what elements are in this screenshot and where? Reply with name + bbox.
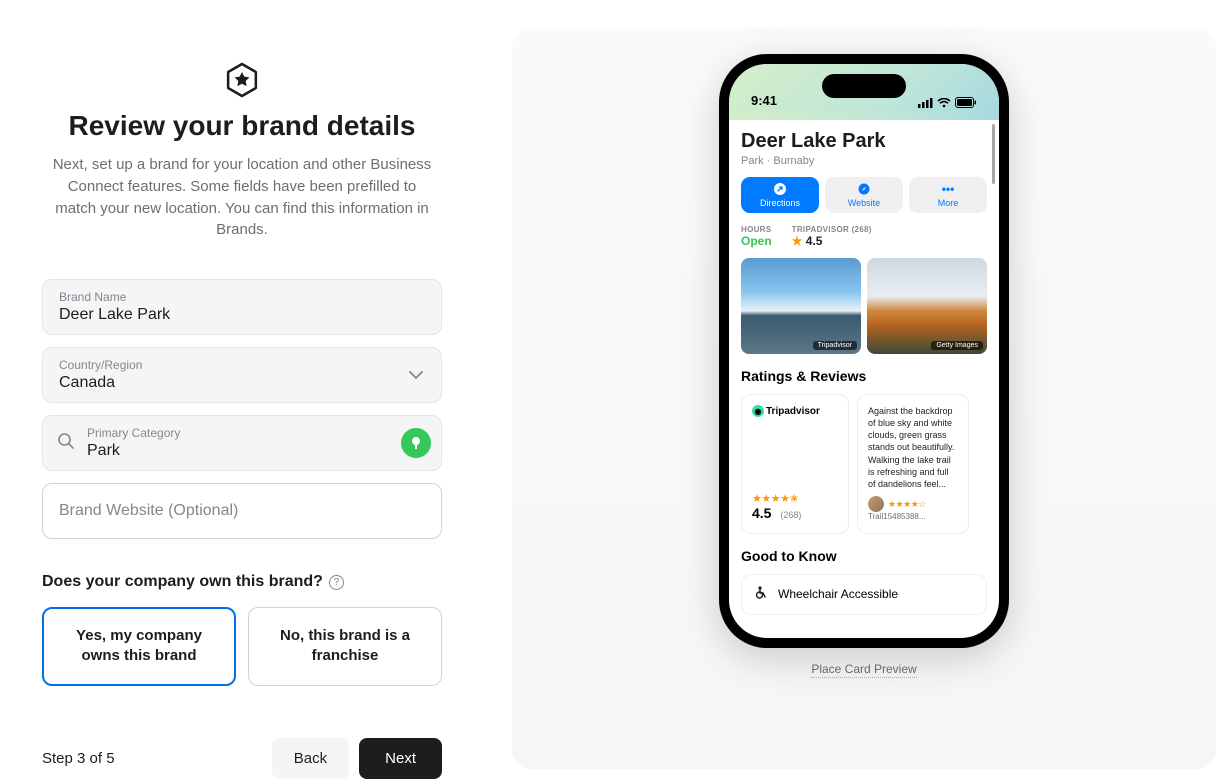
compass-icon — [857, 182, 871, 196]
option-no-button[interactable]: No, this brand is a franchise — [248, 607, 442, 686]
photo-thumb[interactable]: Getty Images — [867, 258, 987, 354]
phone-frame: 9:41 Deer Lake Park Park · Burnaby — [719, 54, 1009, 648]
search-icon — [57, 432, 75, 455]
brand-badge-icon — [42, 60, 442, 100]
preview-caption: Place Card Preview — [811, 662, 916, 678]
website-field[interactable]: Brand Website (Optional) — [42, 483, 442, 539]
place-title: Deer Lake Park — [741, 130, 987, 153]
review-text: Against the backdrop of blue sky and whi… — [868, 405, 958, 490]
hours-label: HOURS — [741, 225, 772, 234]
summary-count: (268) — [780, 510, 801, 520]
owl-icon: ◉ — [752, 405, 764, 417]
brand-name-label: Brand Name — [59, 290, 425, 304]
country-label: Country/Region — [59, 358, 395, 372]
review-card[interactable]: Against the backdrop of blue sky and whi… — [857, 394, 969, 534]
tree-icon — [401, 428, 431, 458]
category-value: Park — [87, 442, 120, 459]
category-field[interactable]: Primary Category Park — [42, 415, 442, 471]
directions-icon — [773, 182, 787, 196]
stars-icon: ★★★★✬ — [752, 492, 838, 505]
website-button[interactable]: Website — [825, 177, 903, 213]
brand-name-field[interactable]: Brand Name Deer Lake Park — [42, 279, 442, 335]
page-title: Review your brand details — [42, 110, 442, 142]
ownership-question: Does your company own this brand? — [42, 573, 323, 591]
star-icon: ★ — [792, 234, 803, 248]
place-subtitle: Park · Burnaby — [741, 155, 987, 167]
thumb-source-badge: Tripadvisor — [813, 341, 857, 350]
brand-name-value: Deer Lake Park — [59, 306, 170, 323]
rating-source-label: TRIPADVISOR (268) — [792, 225, 872, 234]
tripadvisor-logo: ◉ Tripadvisor — [752, 405, 838, 417]
scroll-indicator — [992, 124, 995, 184]
directions-button[interactable]: Directions — [741, 177, 819, 213]
rating-summary-card[interactable]: ◉ Tripadvisor ★★★★✬ 4.5 (268) — [741, 394, 849, 534]
chevron-down-icon — [409, 366, 423, 384]
page-subtitle: Next, set up a brand for your location a… — [42, 154, 442, 241]
gtk-card: Wheelchair Accessible — [741, 574, 987, 615]
country-value: Canada — [59, 374, 115, 391]
summary-rating: 4.5 — [752, 505, 771, 521]
wheelchair-icon — [754, 585, 768, 604]
photo-thumb[interactable]: Tripadvisor — [741, 258, 861, 354]
thumb-source-badge: Getty Images — [931, 341, 983, 350]
rating-summary: ★ 4.5 — [792, 234, 872, 248]
category-label: Primary Category — [87, 426, 391, 440]
hours-value: Open — [741, 234, 772, 248]
website-placeholder: Brand Website (Optional) — [59, 502, 238, 519]
stars-icon: ★★★★☆ — [888, 498, 926, 510]
status-icons — [918, 97, 977, 108]
more-icon: ••• — [941, 182, 955, 196]
avatar — [868, 496, 884, 512]
gtk-item-text: Wheelchair Accessible — [778, 587, 898, 601]
more-button[interactable]: ••• More — [909, 177, 987, 213]
back-button[interactable]: Back — [272, 738, 349, 779]
help-icon[interactable]: ? — [329, 575, 344, 590]
preview-panel: 9:41 Deer Lake Park Park · Burnaby — [512, 28, 1216, 769]
option-yes-button[interactable]: Yes, my company owns this brand — [42, 607, 236, 686]
dynamic-island — [822, 74, 906, 98]
step-label: Step 3 of 5 — [42, 750, 115, 767]
ratings-section-title: Ratings & Reviews — [741, 368, 987, 384]
gtk-section-title: Good to Know — [741, 548, 987, 564]
next-button[interactable]: Next — [359, 738, 442, 779]
form-panel: Review your brand details Next, set up a… — [0, 0, 484, 783]
review-author: Trail15485388... — [868, 512, 958, 523]
status-time: 9:41 — [751, 93, 777, 108]
country-field[interactable]: Country/Region Canada — [42, 347, 442, 403]
